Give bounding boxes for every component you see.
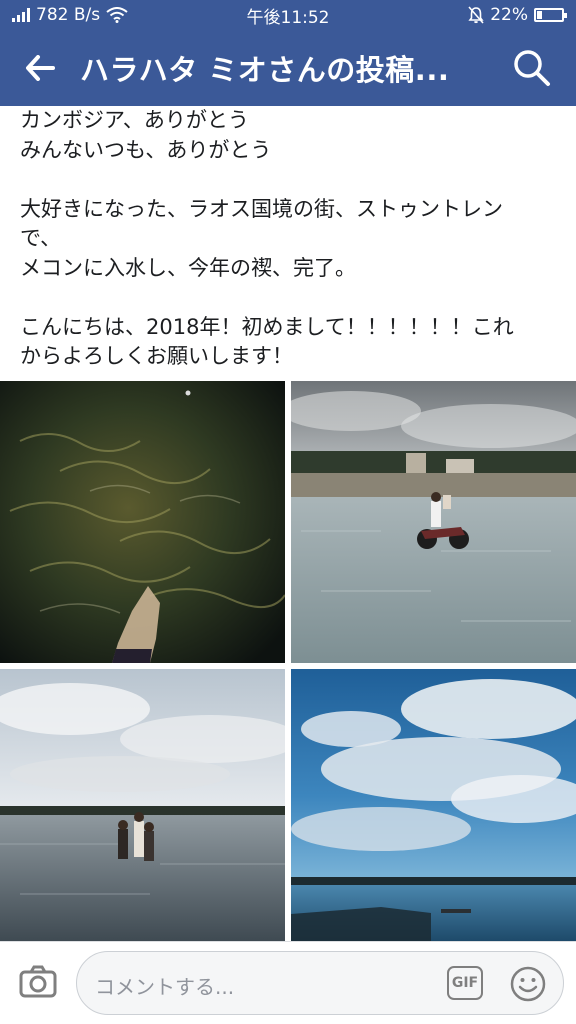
camera-icon	[19, 965, 57, 998]
data-rate: 782 B/s	[36, 5, 101, 25]
gif-button[interactable]: GIF	[447, 966, 483, 1000]
post-line: こんにちは、2018年！初めまして！！！！！！これ	[20, 314, 514, 339]
photo-blue-sky-river[interactable]	[291, 669, 576, 941]
page-title: ハラハタ ミオさんの投稿...	[80, 53, 450, 87]
post-line: みんないつも、ありがとう	[20, 137, 272, 162]
battery-icon	[534, 8, 567, 22]
status-left: 782 B/s	[12, 5, 128, 25]
search-button[interactable]	[508, 44, 556, 92]
post-paragraph-1: カンボジア、ありがとう みんないつも、ありがとう	[20, 106, 560, 165]
battery-level	[537, 11, 543, 19]
post-body: カンボジア、ありがとう みんないつも、ありがとう 大好きになった、ラオス国境の街…	[20, 106, 560, 372]
smiley-icon	[510, 966, 546, 1002]
status-bar: 782 B/s 午後11:52 22%	[0, 0, 576, 30]
post-line: カンボジア、ありがとう	[20, 108, 249, 132]
photo-night-water-foot[interactable]	[0, 381, 285, 663]
bell-off-icon	[468, 6, 484, 24]
post-paragraph-3: こんにちは、2018年！初めまして！！！！！！これ からよろしくお願いします！	[20, 313, 560, 372]
comment-input[interactable]: コメントする... GIF	[76, 951, 564, 1015]
photo-people-in-river[interactable]	[0, 669, 285, 941]
post-line: からよろしくお願いします！	[20, 344, 293, 368]
arrow-left-icon	[26, 55, 55, 81]
photo-motorbike-river[interactable]	[291, 381, 576, 663]
signal-icon	[12, 8, 30, 22]
wifi-icon	[106, 7, 128, 23]
post-paragraph-2: 大好きになった、ラオス国境の街、ストゥントレン で、 メコンに入水し、今年の禊、…	[20, 195, 560, 284]
camera-button[interactable]	[18, 962, 58, 1002]
comment-bar: コメントする... GIF	[0, 941, 576, 1024]
emoji-button[interactable]	[509, 965, 547, 1003]
search-icon	[514, 50, 550, 86]
status-right: 22%	[468, 5, 567, 25]
comment-placeholder: コメントする...	[95, 975, 235, 999]
post-line: 大好きになった、ラオス国境の街、ストゥントレン	[20, 196, 503, 221]
battery-percent: 22%	[490, 5, 528, 25]
back-button[interactable]	[0, 30, 80, 106]
nav-bar: ハラハタ ミオさんの投稿...	[0, 30, 576, 106]
post-line: で、	[20, 226, 62, 250]
post-line: メコンに入水し、今年の禊、完了。	[20, 255, 356, 280]
